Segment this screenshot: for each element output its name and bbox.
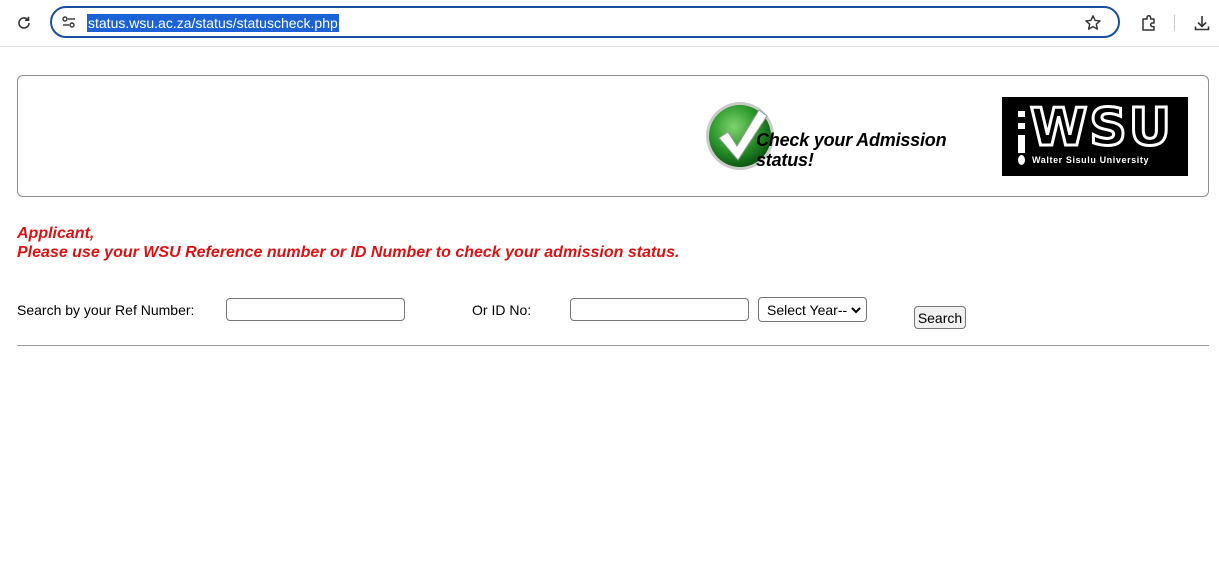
chevron-down-icon [851, 307, 861, 314]
year-select[interactable]: Select Year-- [758, 297, 867, 322]
id-number-label: Or ID No: [472, 302, 532, 318]
wsu-logo-dot [1018, 155, 1025, 165]
wsu-logo-text: WSU [1028, 98, 1174, 159]
url-text[interactable]: status.wsu.ac.za/status/statuscheck.php [87, 14, 339, 32]
check-admission-heading: Check your Admission status! [756, 130, 947, 170]
site-info-icon[interactable] [58, 11, 80, 33]
extensions-icon[interactable] [1137, 11, 1161, 35]
reload-icon[interactable] [12, 11, 36, 35]
id-number-input[interactable] [570, 298, 749, 321]
ref-number-input[interactable] [226, 298, 405, 321]
notice-line1: Applicant, [17, 225, 95, 242]
year-select-value: Select Year-- [767, 302, 848, 318]
wsu-logo-subtext: Walter Sisulu University [1032, 155, 1150, 165]
horizontal-divider [17, 345, 1209, 346]
address-bar[interactable]: status.wsu.ac.za/status/statuscheck.php [50, 6, 1120, 38]
download-icon[interactable] [1190, 11, 1214, 35]
check-heading-line1: Check your Admission [756, 130, 947, 150]
browser-toolbar: status.wsu.ac.za/status/statuscheck.php [0, 0, 1219, 47]
check-heading-line2: status! [756, 150, 814, 170]
bookmark-star-icon[interactable] [1082, 12, 1104, 34]
search-button[interactable]: Search [914, 306, 966, 329]
header-banner: Check your Admission status! WSU Walter … [17, 75, 1209, 197]
ref-number-label: Search by your Ref Number: [17, 302, 195, 318]
wsu-logo: WSU Walter Sisulu University [1002, 97, 1188, 176]
toolbar-divider [1174, 15, 1175, 31]
applicant-notice: Applicant, Please use your WSU Reference… [17, 224, 679, 262]
notice-line2: Please use your WSU Reference number or … [17, 244, 680, 261]
wsu-logo-dots [1018, 111, 1025, 153]
